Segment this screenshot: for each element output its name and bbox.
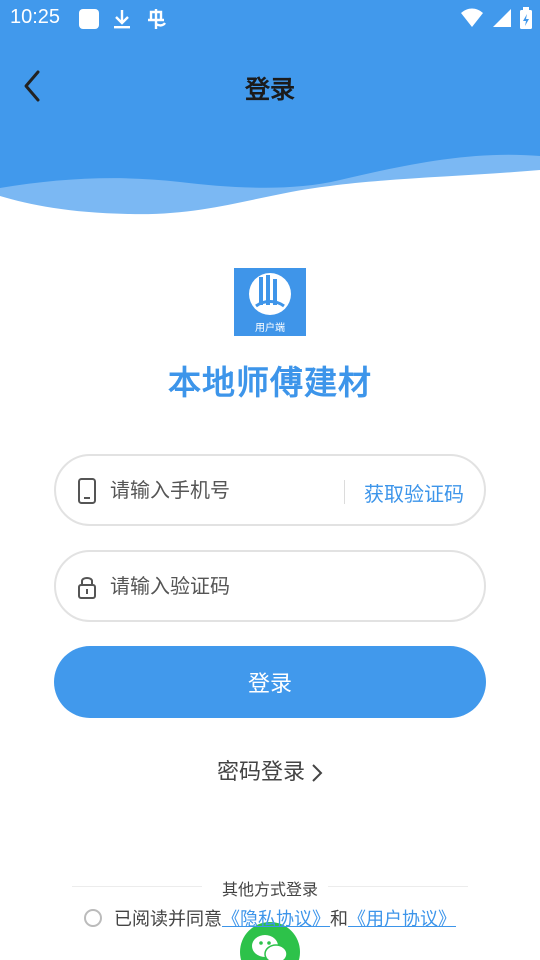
phone-icon [78, 478, 96, 504]
phone-field[interactable]: 获取验证码 [54, 454, 486, 526]
privacy-policy-link[interactable]: 《隐私协议》 [222, 905, 330, 931]
password-login-label: 密码登录 [216, 760, 305, 785]
code-field[interactable] [54, 550, 486, 622]
lock-icon [78, 577, 96, 599]
other-login-label: 其他方式登录 [221, 880, 318, 899]
logo-caption: 用户端 [255, 323, 285, 334]
battery-icon [520, 7, 532, 29]
field-divider [344, 480, 345, 504]
chevron-right-icon [312, 764, 323, 782]
login-button[interactable]: 登录 [54, 646, 486, 718]
building-logo-icon [249, 273, 291, 315]
agreement-checkbox[interactable] [84, 909, 102, 927]
page-title: 登录 [244, 75, 295, 104]
agreement-prefix: 已阅读并同意 [114, 909, 222, 930]
signal-icon [493, 9, 511, 27]
header-banner: 10:25 登录 [0, 0, 540, 230]
app-logo: 用户端 [234, 268, 306, 336]
status-bar: 10:25 [0, 0, 540, 38]
get-code-button[interactable]: 获取验证码 [364, 478, 464, 507]
agreement-row: 已阅读并同意 《隐私协议》 和 《用户协议》 [84, 906, 456, 930]
bug-icon [148, 9, 166, 29]
other-login-section: 其他方式登录 [72, 876, 468, 899]
download-icon [114, 10, 130, 29]
user-agreement-link[interactable]: 《用户协议》 [348, 905, 456, 931]
app-name: 本地师傅建材 [168, 363, 372, 402]
phone-input[interactable] [110, 470, 340, 510]
square-notification-icon [79, 9, 99, 29]
agreement-and: 和 [330, 909, 348, 930]
wifi-icon [461, 8, 483, 27]
code-input[interactable] [110, 566, 450, 606]
password-login-link[interactable]: 密码登录 [0, 754, 540, 786]
status-time: 10:25 [10, 6, 61, 28]
